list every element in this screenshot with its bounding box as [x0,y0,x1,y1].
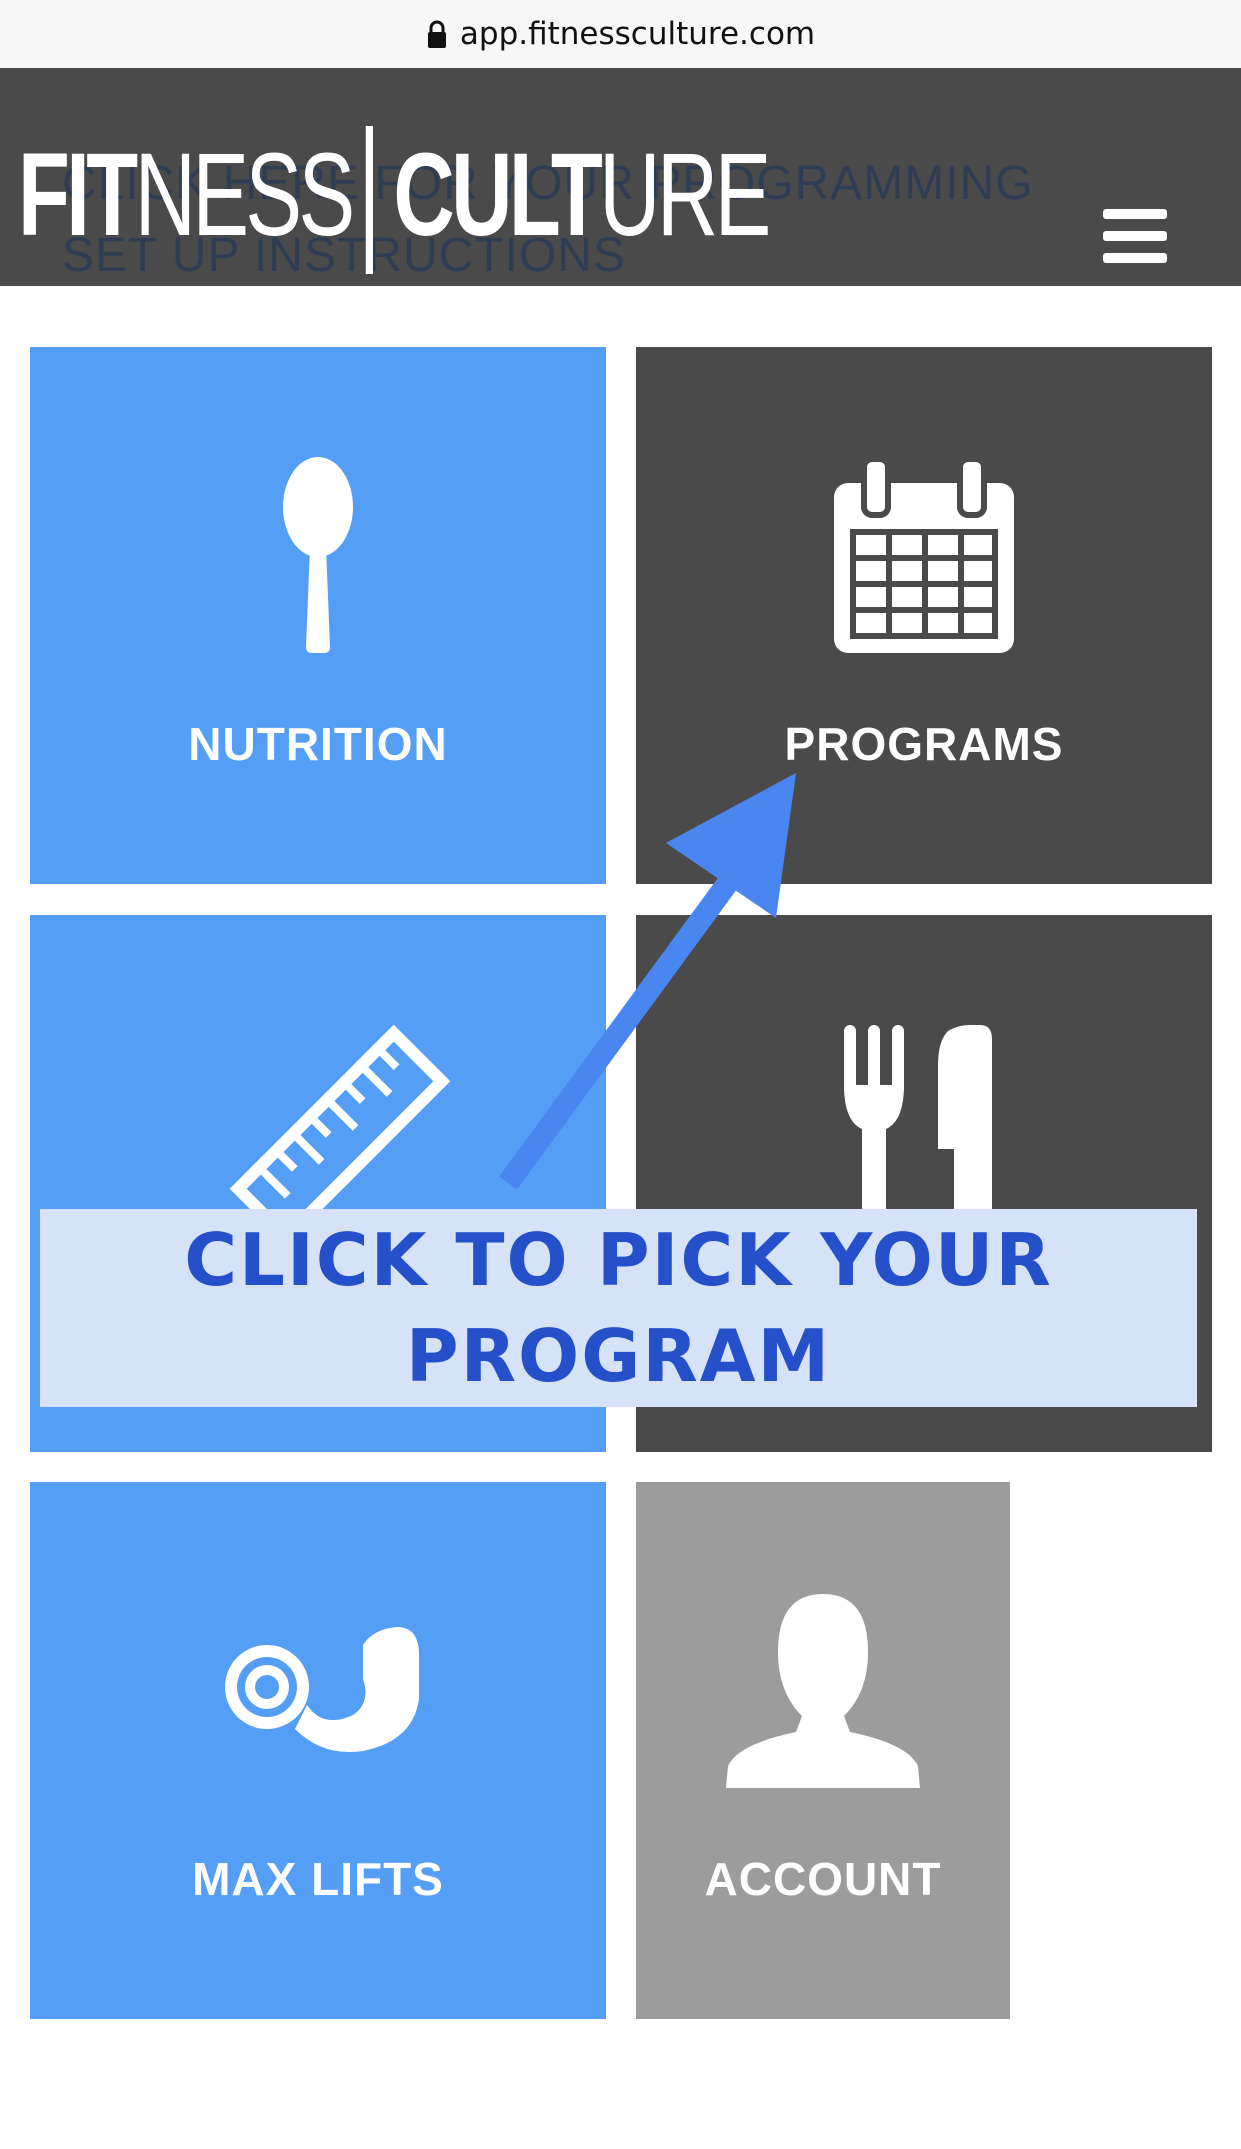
tile-label-account: ACCOUNT [704,1853,942,1905]
tile-label-max-lifts: MAX LIFTS [192,1853,444,1905]
site-header: CLICK HERE FOR YOUR PROGRAMMING SET UP I… [0,68,1241,286]
tile-account[interactable]: ACCOUNT [636,1482,1010,2019]
tile-programs[interactable]: PROGRAMS [636,347,1212,884]
fork-knife-icon [844,1025,992,1225]
spoon-icon [283,457,353,653]
lock-icon [427,20,446,48]
calendar-icon [834,459,1014,653]
callout-line-2: PROGRAM [405,1314,832,1398]
tile-max-lifts[interactable]: MAX LIFTS [30,1482,606,2019]
hamburger-menu-icon[interactable] [1103,209,1167,263]
fitness-culture-logo[interactable]: FITNESS CULTURE [18,126,771,276]
url-text: app.fitnessculture.com [459,16,816,52]
tile-nutrition[interactable]: NUTRITION [30,347,606,884]
tile-label-programs: PROGRAMS [784,718,1064,770]
arm-weight-icon [225,1627,419,1753]
url-bar[interactable]: app.fitnessculture.com [0,0,1241,68]
tile-label-nutrition: NUTRITION [188,718,448,770]
annotation-callout: CLICK TO PICK YOUR PROGRAM [40,1209,1197,1407]
callout-line-1: CLICK TO PICK YOUR [184,1218,1053,1302]
user-icon [726,1594,920,1788]
